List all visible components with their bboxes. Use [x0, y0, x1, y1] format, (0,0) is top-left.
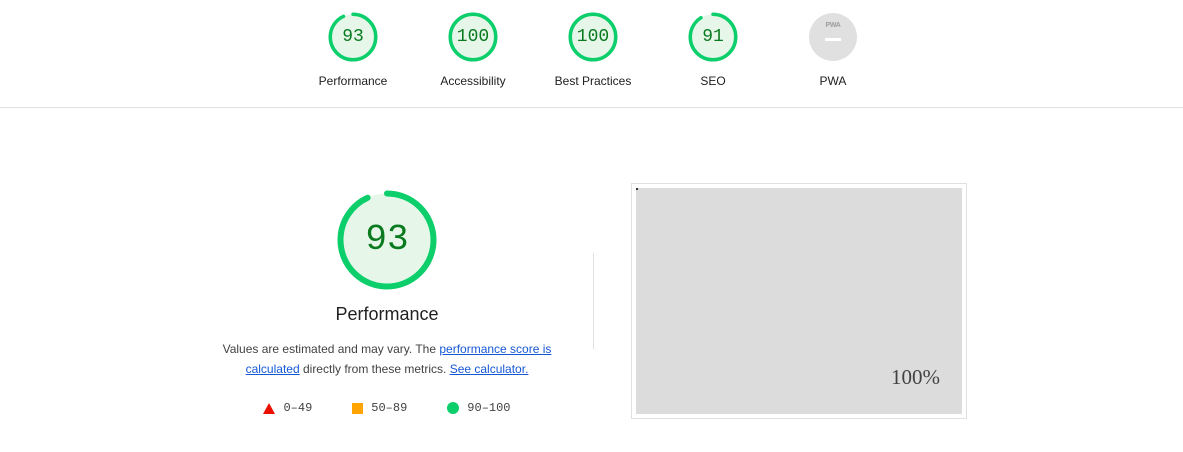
final-screenshot[interactable]: 100% [631, 183, 967, 419]
legend-pass-range: 90–100 [467, 401, 511, 415]
pwa-dash-icon [825, 38, 841, 41]
pwa-badge-icon: PWA [808, 12, 858, 62]
screenshot-corner-mark [636, 188, 638, 190]
desc-middle: directly from these metrics. [299, 362, 450, 376]
gauge-best-practices-label: Best Practices [554, 74, 632, 88]
legend-pass: 90–100 [447, 401, 511, 415]
performance-description: Values are estimated and may vary. The p… [212, 339, 562, 379]
gauge-performance-ring: 93 [328, 12, 378, 62]
gauge-seo[interactable]: 91 SEO [653, 12, 773, 88]
legend-fail-range: 0–49 [283, 401, 313, 415]
pass-circle-icon [447, 402, 460, 414]
scores-header: 93 Performance 100 Accessibility 100 Bes… [0, 0, 1183, 108]
performance-title: Performance [335, 304, 439, 324]
gauge-seo-ring: 91 [688, 12, 738, 62]
performance-summary: 93 Performance Values are estimated and … [203, 190, 571, 415]
legend-average: 50–89 [352, 401, 407, 415]
pwa-badge-text: PWA [825, 22, 841, 29]
gauge-accessibility-ring: 100 [448, 12, 498, 62]
legend-average-range: 50–89 [371, 401, 408, 415]
gauge-pwa[interactable]: PWA PWA [773, 12, 893, 88]
desc-prefix: Values are estimated and may vary. The [222, 342, 440, 356]
gauge-performance-score: 93 [342, 27, 364, 47]
screenshot-image: 100% [636, 188, 962, 414]
gauge-seo-score: 91 [702, 27, 724, 47]
vertical-divider [593, 253, 594, 349]
gauge-seo-label: SEO [700, 74, 726, 88]
gauge-accessibility[interactable]: 100 Accessibility [413, 12, 533, 88]
fail-triangle-icon [263, 402, 276, 414]
performance-score: 93 [365, 219, 409, 260]
gauge-performance[interactable]: 93 Performance [293, 12, 413, 88]
gauge-pwa-label: PWA [819, 74, 847, 88]
gauge-best-practices-score: 100 [576, 27, 610, 47]
performance-score-gauge: 93 [337, 190, 437, 290]
gauge-accessibility-label: Accessibility [440, 74, 506, 88]
gauge-performance-label: Performance [318, 74, 388, 88]
see-calculator-link[interactable]: See calculator. [450, 362, 529, 376]
gauge-best-practices-ring: 100 [568, 12, 618, 62]
gauge-accessibility-score: 100 [456, 27, 490, 47]
average-square-icon [352, 402, 364, 414]
score-legend: 0–49 50–89 90–100 [203, 401, 571, 415]
gauge-pwa-ring: PWA [808, 12, 858, 62]
gauge-best-practices[interactable]: 100 Best Practices [533, 12, 653, 88]
screenshot-zoom-label: 100% [891, 365, 940, 389]
legend-fail: 0–49 [263, 401, 312, 415]
